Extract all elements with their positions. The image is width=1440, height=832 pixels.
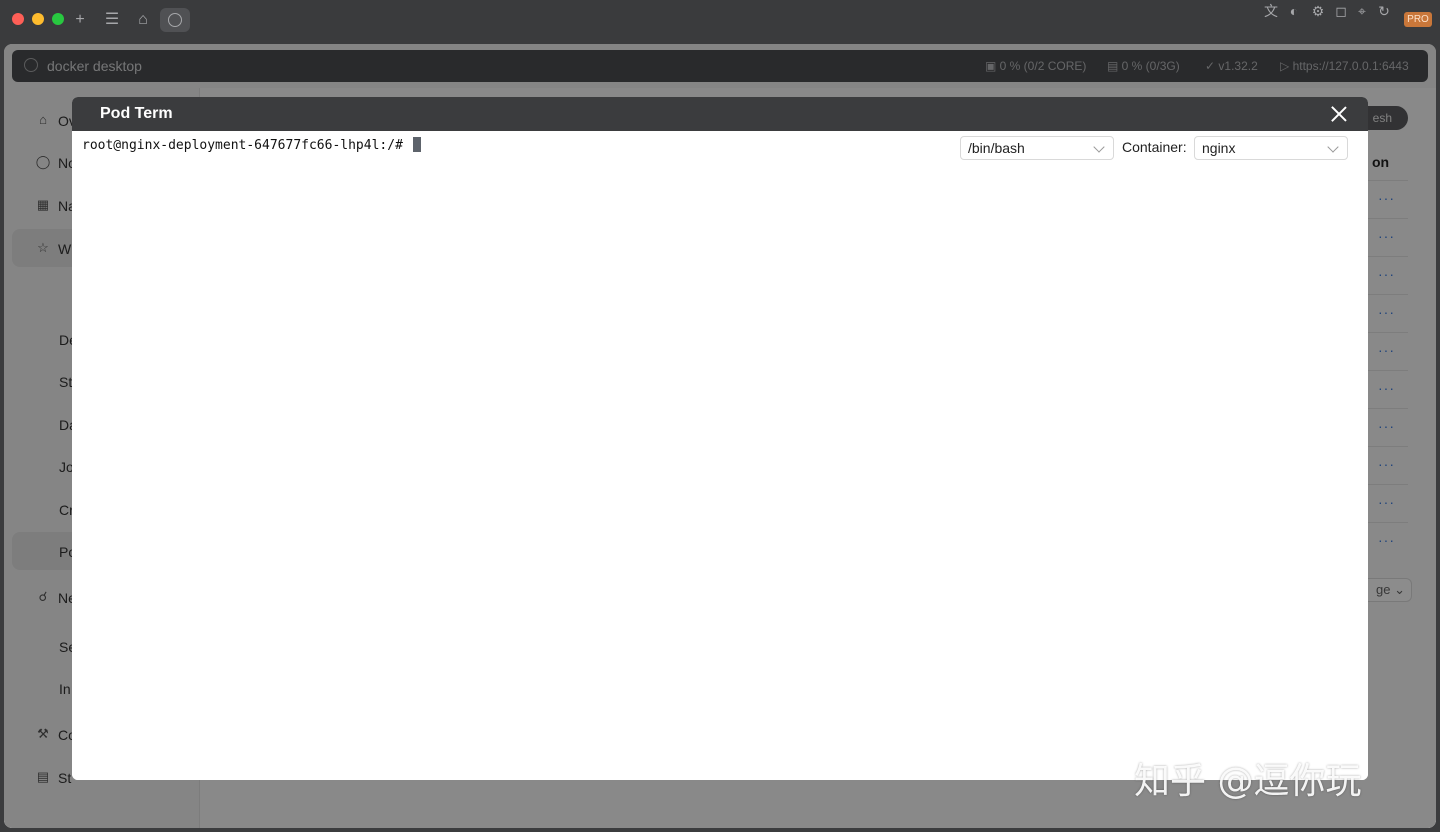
home-icon[interactable]: ⌂	[132, 9, 154, 31]
pod-term-modal: Pod Term root@nginx-deployment-647677fc6…	[72, 97, 1368, 780]
chevron-down-icon	[1327, 141, 1339, 153]
tab-kubernetes[interactable]	[160, 8, 190, 32]
list-icon[interactable]: ☰	[101, 9, 123, 31]
container-label: Container:	[1122, 139, 1187, 155]
zoom-window-button[interactable]	[52, 13, 64, 25]
shirt-icon[interactable]: ◻	[1332, 0, 1350, 22]
container-select[interactable]: nginx	[1194, 136, 1348, 160]
modal-title: Pod Term	[100, 105, 173, 122]
pro-badge: PRO	[1404, 12, 1432, 27]
close-window-button[interactable]	[12, 13, 24, 25]
shell-select[interactable]: /bin/bash	[960, 136, 1114, 160]
kubernetes-icon	[168, 13, 182, 27]
close-icon[interactable]	[1328, 103, 1350, 125]
translate-icon[interactable]: 文	[1262, 0, 1280, 22]
watermark: 知乎 @逗你玩	[1134, 761, 1362, 802]
refresh-icon[interactable]: ↻	[1375, 0, 1393, 22]
modal-header: Pod Term	[72, 97, 1368, 131]
terminal-cursor	[412, 137, 421, 152]
target-icon[interactable]: ⌖	[1353, 0, 1371, 22]
terminal-prompt: root@nginx-deployment-647677fc66-lhp4l:/…	[82, 137, 421, 153]
gear-icon[interactable]: ⚙	[1309, 0, 1327, 22]
minimize-window-button[interactable]	[32, 13, 44, 25]
contrast-icon[interactable]: ◐	[1285, 0, 1303, 22]
chevron-down-icon	[1093, 141, 1105, 153]
terminal[interactable]: root@nginx-deployment-647677fc66-lhp4l:/…	[72, 131, 1368, 780]
window-titlebar: + ☰ ⌂ 文 ◐ ⚙ ◻ ⌖ ↻ PRO	[0, 0, 1440, 40]
plus-icon[interactable]: +	[69, 9, 91, 31]
